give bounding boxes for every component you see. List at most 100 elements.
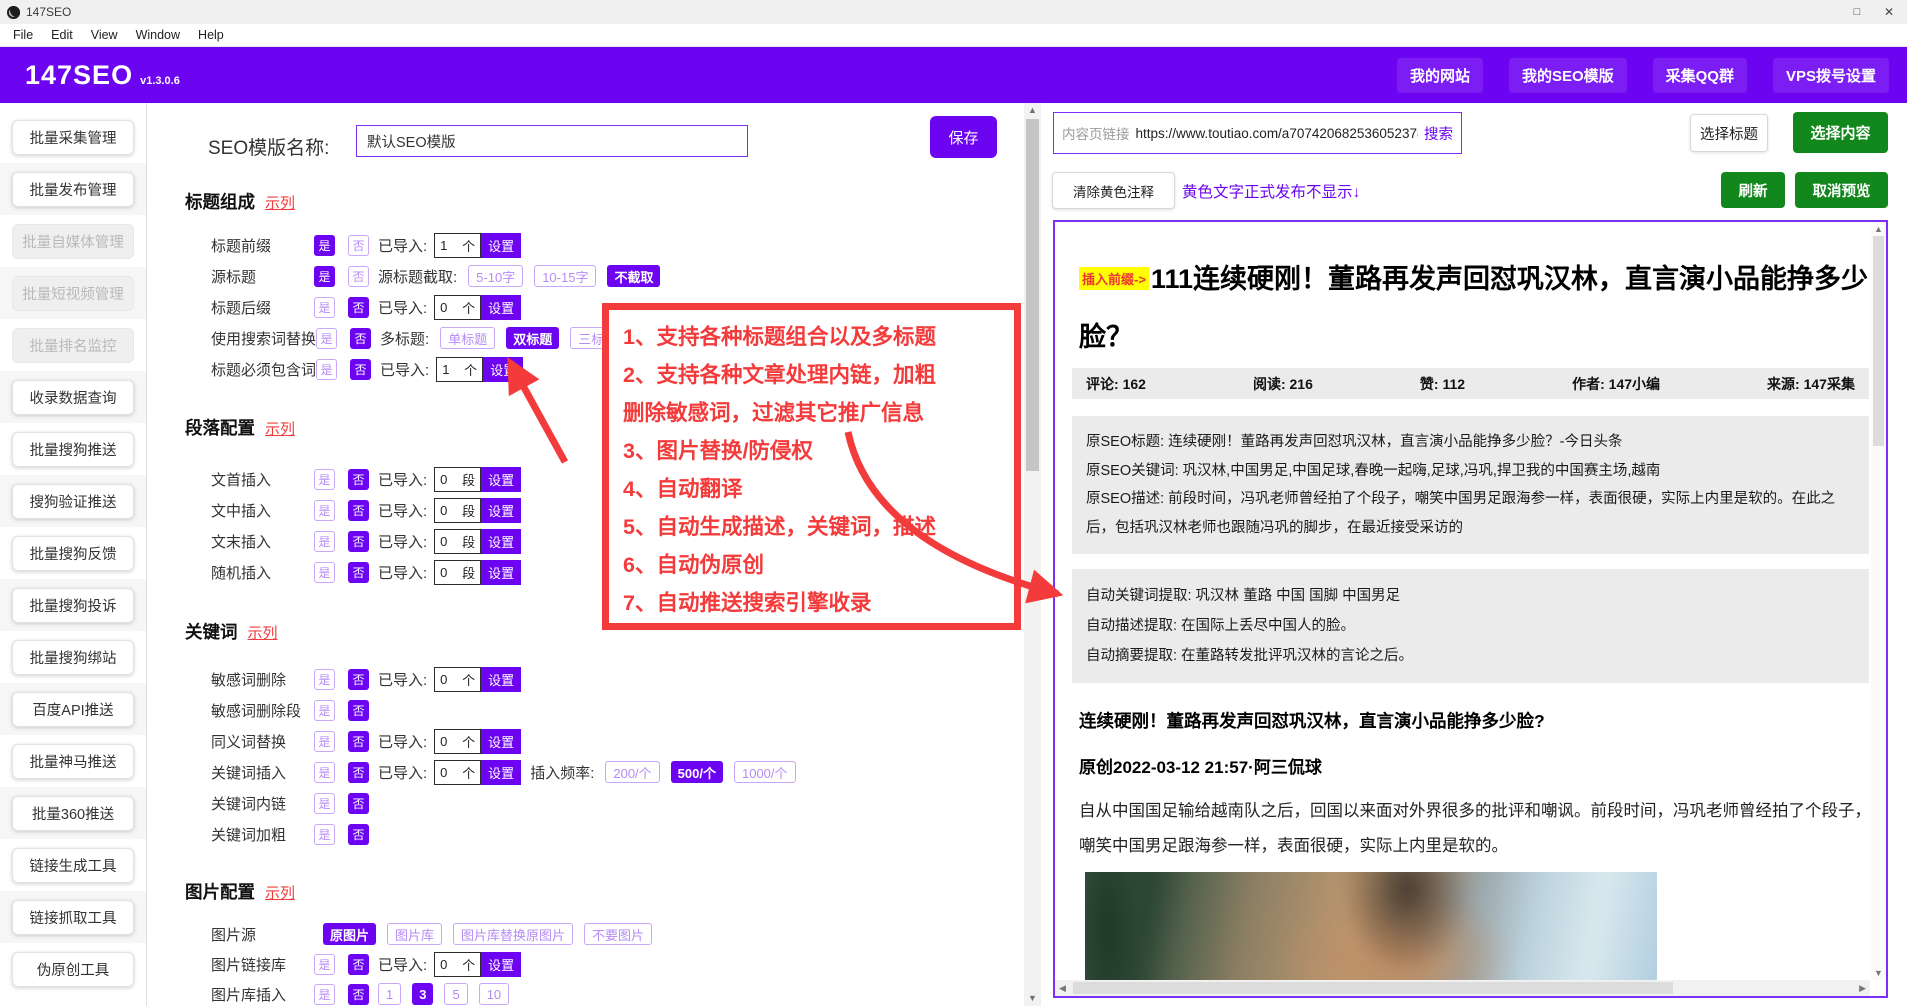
- imported-count-input[interactable]: 0段: [434, 467, 481, 492]
- toggle-yes[interactable]: 是: [314, 469, 335, 490]
- imported-count-input[interactable]: 0个: [434, 760, 481, 785]
- toggle-no[interactable]: 否: [348, 235, 369, 256]
- toggle-no[interactable]: 否: [348, 266, 369, 287]
- set-button[interactable]: 设置: [481, 729, 521, 754]
- imported-count-input[interactable]: 0段: [434, 529, 481, 554]
- toggle-yes[interactable]: 是: [314, 954, 335, 975]
- toggle-no[interactable]: 否: [348, 669, 369, 690]
- nav-item[interactable]: VPS拨号设置: [1773, 58, 1889, 93]
- set-button[interactable]: 设置: [481, 667, 521, 692]
- set-button[interactable]: 设置: [481, 295, 521, 320]
- imported-count-input[interactable]: 0个: [434, 952, 481, 977]
- option-pill[interactable]: 1: [378, 983, 401, 1005]
- imported-count-input[interactable]: 0个: [434, 295, 481, 320]
- nav-item[interactable]: 采集QQ群: [1653, 58, 1747, 93]
- form-scrollbar[interactable]: ▲ ▼: [1024, 103, 1041, 1006]
- toggle-no[interactable]: 否: [348, 984, 369, 1005]
- set-button[interactable]: 设置: [483, 357, 523, 382]
- imported-count-input[interactable]: 0段: [434, 560, 481, 585]
- toggle-yes[interactable]: 是: [314, 562, 335, 583]
- toggle-yes[interactable]: 是: [314, 297, 335, 318]
- save-button[interactable]: 保存: [930, 116, 997, 158]
- sidebar-item[interactable]: 批量360推送: [12, 796, 134, 831]
- sidebar-item[interactable]: 批量神马推送: [12, 744, 134, 779]
- toggle-no[interactable]: 否: [350, 359, 371, 380]
- sidebar-item[interactable]: 批量搜狗投诉: [12, 588, 134, 623]
- preview-hscroll-thumb[interactable]: [1073, 982, 1673, 994]
- sidebar-item[interactable]: 批量搜狗反馈: [12, 536, 134, 571]
- scroll-left-icon[interactable]: ◀: [1059, 983, 1066, 994]
- nav-item[interactable]: 我的网站: [1397, 58, 1483, 93]
- imported-count-input[interactable]: 0段: [434, 498, 481, 523]
- set-button[interactable]: 设置: [481, 560, 521, 585]
- scrollbar-thumb[interactable]: [1026, 119, 1039, 471]
- section-example-link[interactable]: 示列: [265, 418, 295, 439]
- option-pill[interactable]: 10: [479, 983, 509, 1005]
- menu-item-window[interactable]: Window: [127, 28, 189, 42]
- option-pill[interactable]: 10-15字: [534, 265, 596, 287]
- option-pill[interactable]: 双标题: [506, 327, 559, 349]
- toggle-yes[interactable]: 是: [316, 328, 337, 349]
- preview-horizontal-scrollbar[interactable]: ◀ ▶: [1055, 980, 1870, 996]
- preview-vscroll-thumb[interactable]: [1873, 236, 1884, 446]
- set-button[interactable]: 设置: [481, 233, 521, 258]
- imported-count-input[interactable]: 0个: [434, 729, 481, 754]
- option-pill[interactable]: 不截取: [607, 265, 660, 287]
- sidebar-item[interactable]: 百度API推送: [12, 692, 134, 727]
- imported-count-input[interactable]: 1个: [436, 357, 483, 382]
- menu-item-file[interactable]: File: [4, 28, 42, 42]
- toggle-yes[interactable]: 是: [316, 359, 337, 380]
- option-pill[interactable]: 1000/个: [734, 761, 796, 783]
- cancel-preview-button[interactable]: 取消预览: [1795, 172, 1888, 208]
- toggle-no[interactable]: 否: [348, 500, 369, 521]
- sidebar-item[interactable]: 批量发布管理: [12, 172, 134, 207]
- toggle-yes[interactable]: 是: [314, 984, 335, 1005]
- imported-count-input[interactable]: 0个: [434, 667, 481, 692]
- nav-item[interactable]: 我的SEO模版: [1509, 58, 1627, 93]
- sidebar-item[interactable]: 链接抓取工具: [12, 900, 134, 935]
- search-link[interactable]: 搜索: [1424, 123, 1453, 144]
- section-example-link[interactable]: 示列: [265, 882, 295, 903]
- toggle-yes[interactable]: 是: [314, 531, 335, 552]
- toggle-yes[interactable]: 是: [314, 762, 335, 783]
- imported-count-input[interactable]: 1个: [434, 233, 481, 258]
- menu-item-help[interactable]: Help: [189, 28, 233, 42]
- sidebar-item[interactable]: 批量搜狗推送: [12, 432, 134, 467]
- toggle-no[interactable]: 否: [348, 954, 369, 975]
- sidebar-item[interactable]: 搜狗验证推送: [12, 484, 134, 519]
- toggle-no[interactable]: 否: [348, 824, 369, 845]
- clear-yellow-button[interactable]: 清除黄色注释: [1052, 172, 1175, 209]
- pick-content-button[interactable]: 选择内容: [1793, 112, 1888, 153]
- content-url-input[interactable]: 内容页链接 https://www.toutiao.com/a707420682…: [1053, 112, 1462, 154]
- toggle-yes[interactable]: 是: [314, 266, 335, 287]
- option-pill[interactable]: 单标题: [440, 327, 495, 349]
- option-pill[interactable]: 5-10字: [468, 265, 523, 287]
- toggle-no[interactable]: 否: [348, 793, 369, 814]
- toggle-yes[interactable]: 是: [314, 669, 335, 690]
- set-button[interactable]: 设置: [481, 498, 521, 523]
- toggle-yes[interactable]: 是: [314, 793, 335, 814]
- toggle-no[interactable]: 否: [348, 469, 369, 490]
- toggle-no[interactable]: 否: [348, 700, 369, 721]
- section-example-link[interactable]: 示列: [248, 622, 278, 643]
- toggle-no[interactable]: 否: [348, 297, 369, 318]
- option-pill[interactable]: 图片库替换原图片: [453, 923, 573, 945]
- scroll-right-icon[interactable]: ▶: [1859, 983, 1866, 994]
- maximize-button[interactable]: □: [1841, 0, 1873, 24]
- option-pill[interactable]: 5: [444, 983, 467, 1005]
- scroll-down-icon[interactable]: ▼: [1871, 966, 1886, 980]
- menu-item-view[interactable]: View: [82, 28, 127, 42]
- toggle-yes[interactable]: 是: [314, 731, 335, 752]
- toggle-yes[interactable]: 是: [314, 235, 335, 256]
- sidebar-item[interactable]: 链接生成工具: [12, 848, 134, 883]
- toggle-no[interactable]: 否: [350, 328, 371, 349]
- menu-item-edit[interactable]: Edit: [42, 28, 82, 42]
- scrollbar-down-icon[interactable]: ▼: [1024, 991, 1041, 1006]
- toggle-yes[interactable]: 是: [314, 824, 335, 845]
- scroll-up-icon[interactable]: ▲: [1871, 222, 1886, 236]
- option-pill[interactable]: 图片库: [387, 923, 442, 945]
- toggle-no[interactable]: 否: [348, 562, 369, 583]
- refresh-button[interactable]: 刷新: [1721, 172, 1785, 208]
- sidebar-item[interactable]: 收录数据查询: [12, 380, 134, 415]
- sidebar-item[interactable]: 批量搜狗绑站: [12, 640, 134, 675]
